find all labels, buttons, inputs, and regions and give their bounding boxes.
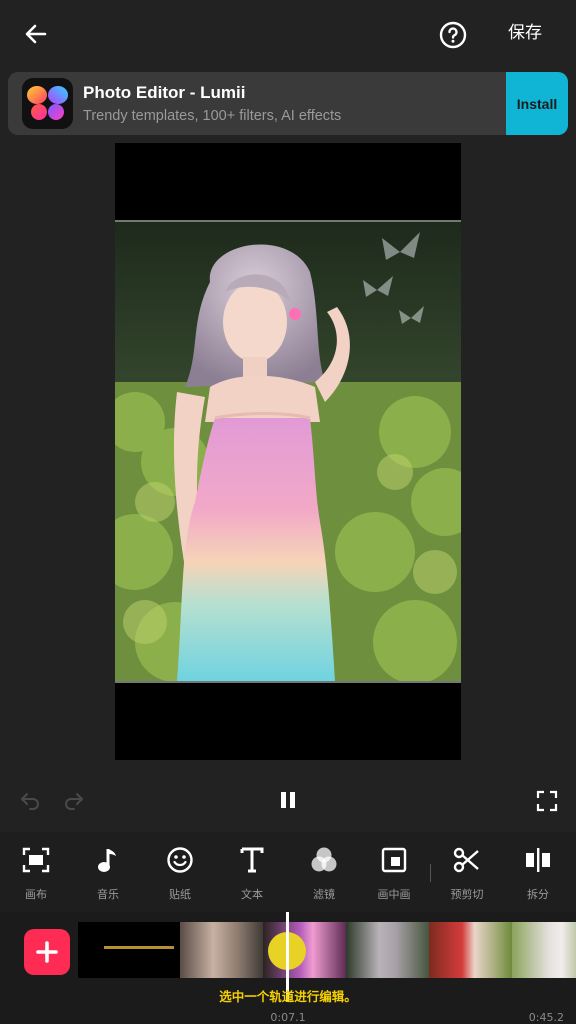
tool-text[interactable]: 文本 [216, 832, 288, 912]
tool-precut[interactable]: 预剪切 [431, 832, 503, 912]
edit-toolbar: 画布 音乐 贴纸 文本 滤镜 画中画 预剪切 拆分 [0, 832, 576, 912]
top-bar: 保存 [0, 0, 576, 68]
clip-track[interactable] [78, 922, 576, 978]
clip-thumbnail[interactable] [512, 922, 576, 978]
clip-thumbnail[interactable] [429, 922, 512, 978]
tool-label: 拆分 [527, 888, 549, 901]
total-duration: 0:45.2 [528, 1011, 564, 1024]
clip-thumbnail[interactable] [346, 922, 429, 978]
music-note-icon [98, 849, 116, 872]
edit-hint: 选中一个轨道进行编辑。 [219, 989, 357, 1004]
tool-pip[interactable]: 画中画 [358, 832, 430, 912]
current-time: 0:07.1 [270, 1011, 306, 1024]
tool-music[interactable]: 音乐 [72, 832, 144, 912]
ad-banner[interactable]: Photo Editor - Lumii Trendy templates, 1… [8, 72, 568, 135]
help-button[interactable] [436, 18, 470, 52]
fullscreen-button[interactable] [532, 786, 562, 816]
canvas-icon [22, 847, 50, 873]
plus-icon [36, 941, 58, 963]
scissors-icon [453, 847, 479, 873]
fullscreen-icon [536, 790, 558, 812]
pause-icon [281, 792, 295, 808]
clip-thumbnail[interactable] [78, 922, 180, 978]
question-circle-icon [439, 21, 467, 49]
ad-title: Photo Editor - Lumii [83, 83, 246, 102]
tool-label: 画布 [25, 888, 47, 901]
redo-button[interactable] [60, 786, 88, 814]
add-clip-button[interactable] [24, 929, 70, 975]
timeline: 选中一个轨道进行编辑。 0:07.1 0:45.2 [0, 912, 576, 1024]
tool-split[interactable]: 拆分 [502, 832, 574, 912]
preview-image [115, 222, 461, 681]
undo-icon [21, 793, 39, 810]
playback-controls [0, 780, 576, 820]
tool-label: 贴纸 [169, 888, 191, 901]
tool-filter[interactable]: 滤镜 [288, 832, 360, 912]
butterfly-logo-icon [27, 86, 68, 120]
tool-label: 预剪切 [450, 888, 484, 901]
install-button[interactable]: Install [506, 72, 568, 135]
pause-button[interactable] [272, 784, 304, 816]
sticker-smiley-icon [167, 847, 193, 873]
back-button[interactable] [18, 16, 54, 52]
toolbar-divider [430, 864, 431, 882]
picture-in-picture-icon [381, 847, 407, 873]
filter-icon [311, 847, 337, 872]
text-icon [240, 847, 264, 873]
save-button[interactable]: 保存 [508, 18, 542, 48]
redo-icon [65, 793, 83, 810]
tool-label: 音乐 [97, 888, 119, 901]
clip-thumbnail[interactable] [180, 922, 263, 978]
tool-label: 滤镜 [313, 888, 335, 901]
app-logo [22, 78, 73, 129]
tool-label: 文本 [241, 888, 263, 901]
video-preview[interactable] [115, 143, 461, 760]
title-card-thumbnail [78, 922, 180, 978]
tool-label: 画中画 [377, 888, 411, 901]
split-icon [526, 848, 550, 872]
back-arrow-icon [25, 24, 47, 44]
undo-button[interactable] [16, 786, 44, 814]
preview-photo [115, 220, 461, 683]
ad-subtitle: Trendy templates, 100+ filters, AI effec… [83, 108, 342, 124]
tool-sticker[interactable]: 贴纸 [144, 832, 216, 912]
tool-canvas[interactable]: 画布 [0, 832, 72, 912]
